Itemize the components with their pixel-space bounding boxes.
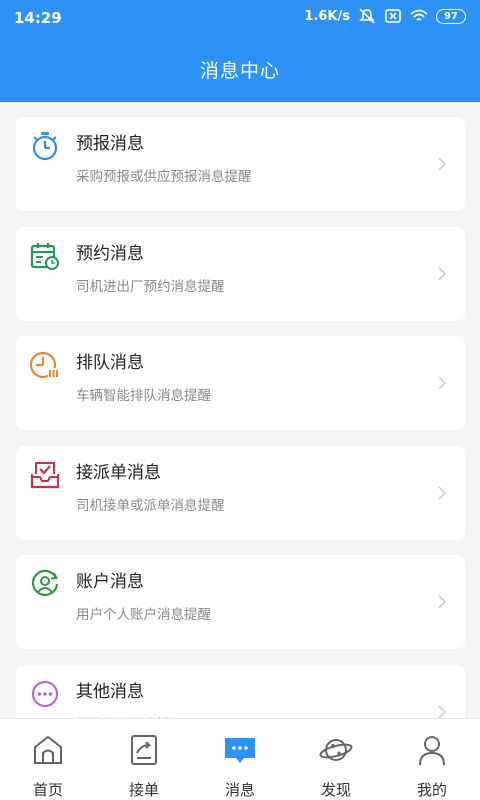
tab-discover[interactable]: 发现 (288, 719, 384, 800)
inbox-check-icon (30, 462, 60, 489)
wifi-icon (410, 9, 428, 21)
tab-home[interactable]: 首页 (0, 719, 96, 800)
tab-label: 首页 (32, 781, 63, 799)
message-card-account[interactable]: 账户消息 用户个人账户消息提醒 (16, 555, 465, 649)
tab-label: 我的 (416, 781, 447, 799)
message-desc: 采购预报或供应预报消息提醒 (76, 169, 252, 185)
tab-label: 接单 (128, 781, 159, 799)
status-time: 14:29 (14, 9, 62, 27)
tab-orders[interactable]: 接单 (96, 719, 192, 800)
chevron-right-icon (438, 486, 447, 500)
chevron-right-icon (438, 595, 447, 609)
app-header: 14:29 1.6K/s 97 消息中心 (0, 0, 480, 102)
mute-bell-icon (359, 8, 375, 24)
message-title: 预约消息 (76, 244, 144, 264)
user-circle-icon (31, 569, 59, 596)
message-card-forecast[interactable]: 预报消息 采购预报或供应预报消息提醒 (16, 117, 465, 211)
tab-messages[interactable]: 消息 (192, 719, 288, 800)
chevron-right-icon (438, 267, 447, 281)
message-desc: 司机接单或派单消息提醒 (76, 498, 225, 514)
chevron-right-icon (438, 376, 447, 390)
status-right-group: 1.6K/s 97 (304, 8, 466, 24)
stopwatch-icon (32, 132, 58, 161)
network-speed: 1.6K/s (304, 8, 350, 24)
page-title: 消息中心 (199, 60, 280, 82)
tab-profile[interactable]: 我的 (384, 719, 480, 800)
calendar-clock-icon (30, 243, 59, 270)
message-icon (225, 738, 255, 763)
more-dots-icon (31, 680, 59, 708)
message-title: 接派单消息 (76, 463, 161, 483)
chevron-right-icon (438, 705, 447, 719)
message-title: 其他消息 (76, 682, 144, 702)
message-title: 预报消息 (76, 134, 144, 154)
tab-label: 发现 (320, 781, 351, 799)
message-desc: 用户个人账户消息提醒 (76, 607, 211, 623)
message-card-queue[interactable]: 排队消息 车辆智能排队消息提醒 (16, 336, 465, 430)
message-card-appointment[interactable]: 预约消息 司机进出厂预约消息提醒 (16, 227, 465, 321)
order-icon (131, 735, 157, 765)
tab-label: 消息 (224, 781, 255, 799)
message-card-dispatch[interactable]: 接派单消息 司机接单或派单消息提醒 (16, 446, 465, 540)
status-bar: 14:29 1.6K/s 97 (0, 0, 480, 36)
message-title: 排队消息 (76, 353, 144, 373)
message-desc: 司机进出厂预约消息提醒 (76, 279, 225, 295)
profile-icon (419, 736, 445, 766)
planet-icon (319, 739, 353, 761)
message-desc: 车辆智能排队消息提醒 (76, 388, 211, 404)
queue-clock-icon (30, 351, 59, 379)
chevron-right-icon (438, 157, 447, 171)
battery-indicator: 97 (436, 8, 466, 24)
sim-off-icon (385, 9, 401, 23)
home-icon (34, 735, 62, 764)
message-title: 账户消息 (76, 572, 144, 592)
bottom-tab-bar: 首页 接单 消息 发现 我的 (0, 718, 480, 800)
